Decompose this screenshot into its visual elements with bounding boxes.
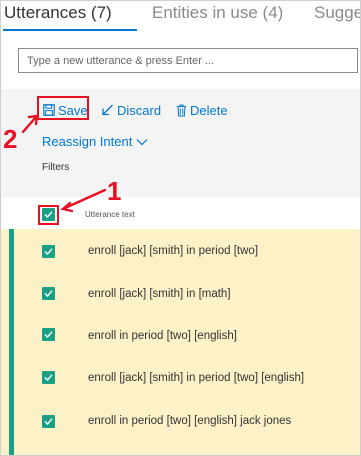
discard-label: Discard <box>117 102 162 118</box>
utterance-text[interactable]: enroll in period [two] [english] jack jo… <box>88 415 291 427</box>
active-tab-indicator <box>3 29 137 31</box>
row-checkbox[interactable] <box>42 245 55 258</box>
row-checkbox[interactable] <box>42 328 55 341</box>
checkmark-icon <box>44 331 53 339</box>
reassign-intent-dropdown[interactable]: Reassign Intent <box>42 134 148 149</box>
row-checkbox[interactable] <box>42 287 55 300</box>
tab-entities-in-use[interactable]: Entities in use (4) <box>152 3 283 23</box>
utterance-text[interactable]: enroll in period [two] [english] <box>88 330 237 342</box>
filters-label[interactable]: Filters <box>42 162 69 173</box>
checkmark-icon <box>44 374 53 382</box>
utterance-text[interactable]: enroll [jack] [smith] in period [two] [e… <box>88 372 304 384</box>
delete-button[interactable]: Delete <box>176 101 228 119</box>
column-header-utterance-text[interactable]: Utterance text <box>85 210 135 219</box>
trash-can-icon <box>177 104 186 116</box>
select-all-highlight-box <box>38 205 59 225</box>
checkmark-icon <box>44 418 53 426</box>
chevron-down-icon <box>136 138 148 145</box>
annotation-marker-1: 1 <box>107 176 122 206</box>
save-highlight-box <box>37 96 89 120</box>
annotation-marker-2: 2 <box>3 124 18 154</box>
delete-label: Delete <box>190 102 228 118</box>
discard-button[interactable]: Discard <box>101 101 161 119</box>
tab-suggested[interactable]: Sugge <box>314 3 360 23</box>
tab-utterances[interactable]: Utterances (7) <box>4 3 112 23</box>
tab-bar: Utterances (7) Entities in use (4) Sugge <box>1 1 360 33</box>
new-utterance-input[interactable] <box>18 48 358 73</box>
row-checkbox[interactable] <box>42 415 55 428</box>
reassign-intent-label: Reassign Intent <box>42 134 133 149</box>
utterance-text[interactable]: enroll [jack] [smith] in [math] <box>88 288 231 300</box>
utterances-panel: Utterances (7) Entities in use (4) Sugge… <box>0 0 361 456</box>
row-checkbox[interactable] <box>42 371 55 384</box>
checkmark-icon <box>44 248 53 256</box>
checkmark-icon <box>44 290 53 298</box>
row-accent-bar <box>9 229 14 455</box>
undo-arrow-icon <box>102 104 113 116</box>
utterance-text[interactable]: enroll [jack] [smith] in period [two] <box>88 245 258 257</box>
